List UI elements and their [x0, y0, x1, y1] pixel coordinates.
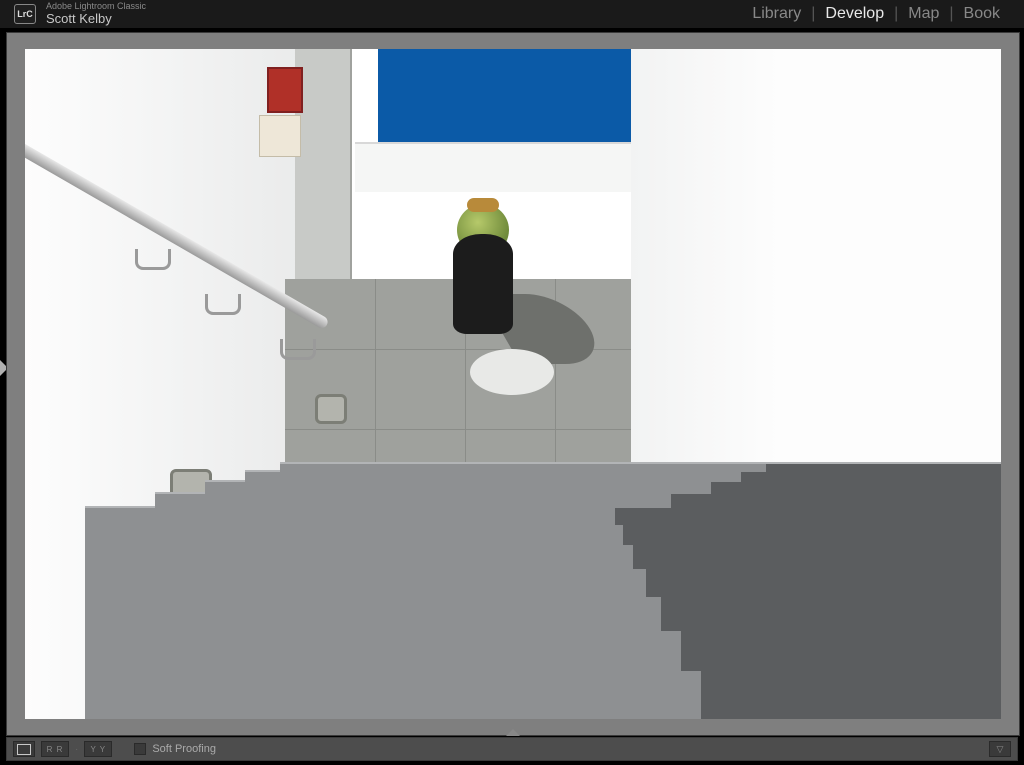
- photo-preview: [25, 49, 1001, 719]
- photo-region: [285, 429, 655, 430]
- user-name: Scott Kelby: [46, 12, 146, 26]
- module-picker: Library | Develop | Map | Book: [742, 5, 1010, 23]
- develop-toolbar: R R · Y Y Soft Proofing ▽: [6, 737, 1018, 761]
- photo-region: [470, 349, 554, 395]
- module-map[interactable]: Map: [898, 5, 949, 23]
- before-after-lr-button[interactable]: R R: [41, 741, 69, 757]
- photo-region: [267, 67, 303, 113]
- photo-region: [259, 115, 301, 157]
- module-book[interactable]: Book: [954, 5, 1010, 23]
- photo-region: [355, 142, 635, 192]
- loupe-icon: [17, 744, 31, 755]
- module-library[interactable]: Library: [742, 5, 811, 23]
- photo-region: [285, 349, 655, 350]
- soft-proofing-checkbox[interactable]: [134, 743, 146, 755]
- soft-proofing-label: Soft Proofing: [152, 743, 216, 755]
- title-block: Adobe Lightroom Classic Scott Kelby: [46, 2, 146, 26]
- photo-region: [453, 234, 513, 334]
- loupe-view-button[interactable]: [13, 741, 35, 757]
- module-develop[interactable]: Develop: [815, 5, 894, 23]
- app-logo-icon: LrC: [14, 4, 36, 24]
- photo-region: [378, 49, 631, 144]
- photo-region: [467, 198, 499, 212]
- toolbar-separator: ·: [75, 744, 78, 755]
- filmstrip-toggle-icon[interactable]: [506, 729, 520, 736]
- image-canvas[interactable]: [6, 32, 1020, 736]
- photo-region: [453, 204, 513, 334]
- photo-region: [315, 394, 347, 424]
- toolbar-options-button[interactable]: ▽: [989, 741, 1011, 757]
- app-header: LrC Adobe Lightroom Classic Scott Kelby …: [0, 0, 1024, 28]
- before-after-tb-button[interactable]: Y Y: [84, 741, 112, 757]
- photo-region: [85, 459, 1001, 719]
